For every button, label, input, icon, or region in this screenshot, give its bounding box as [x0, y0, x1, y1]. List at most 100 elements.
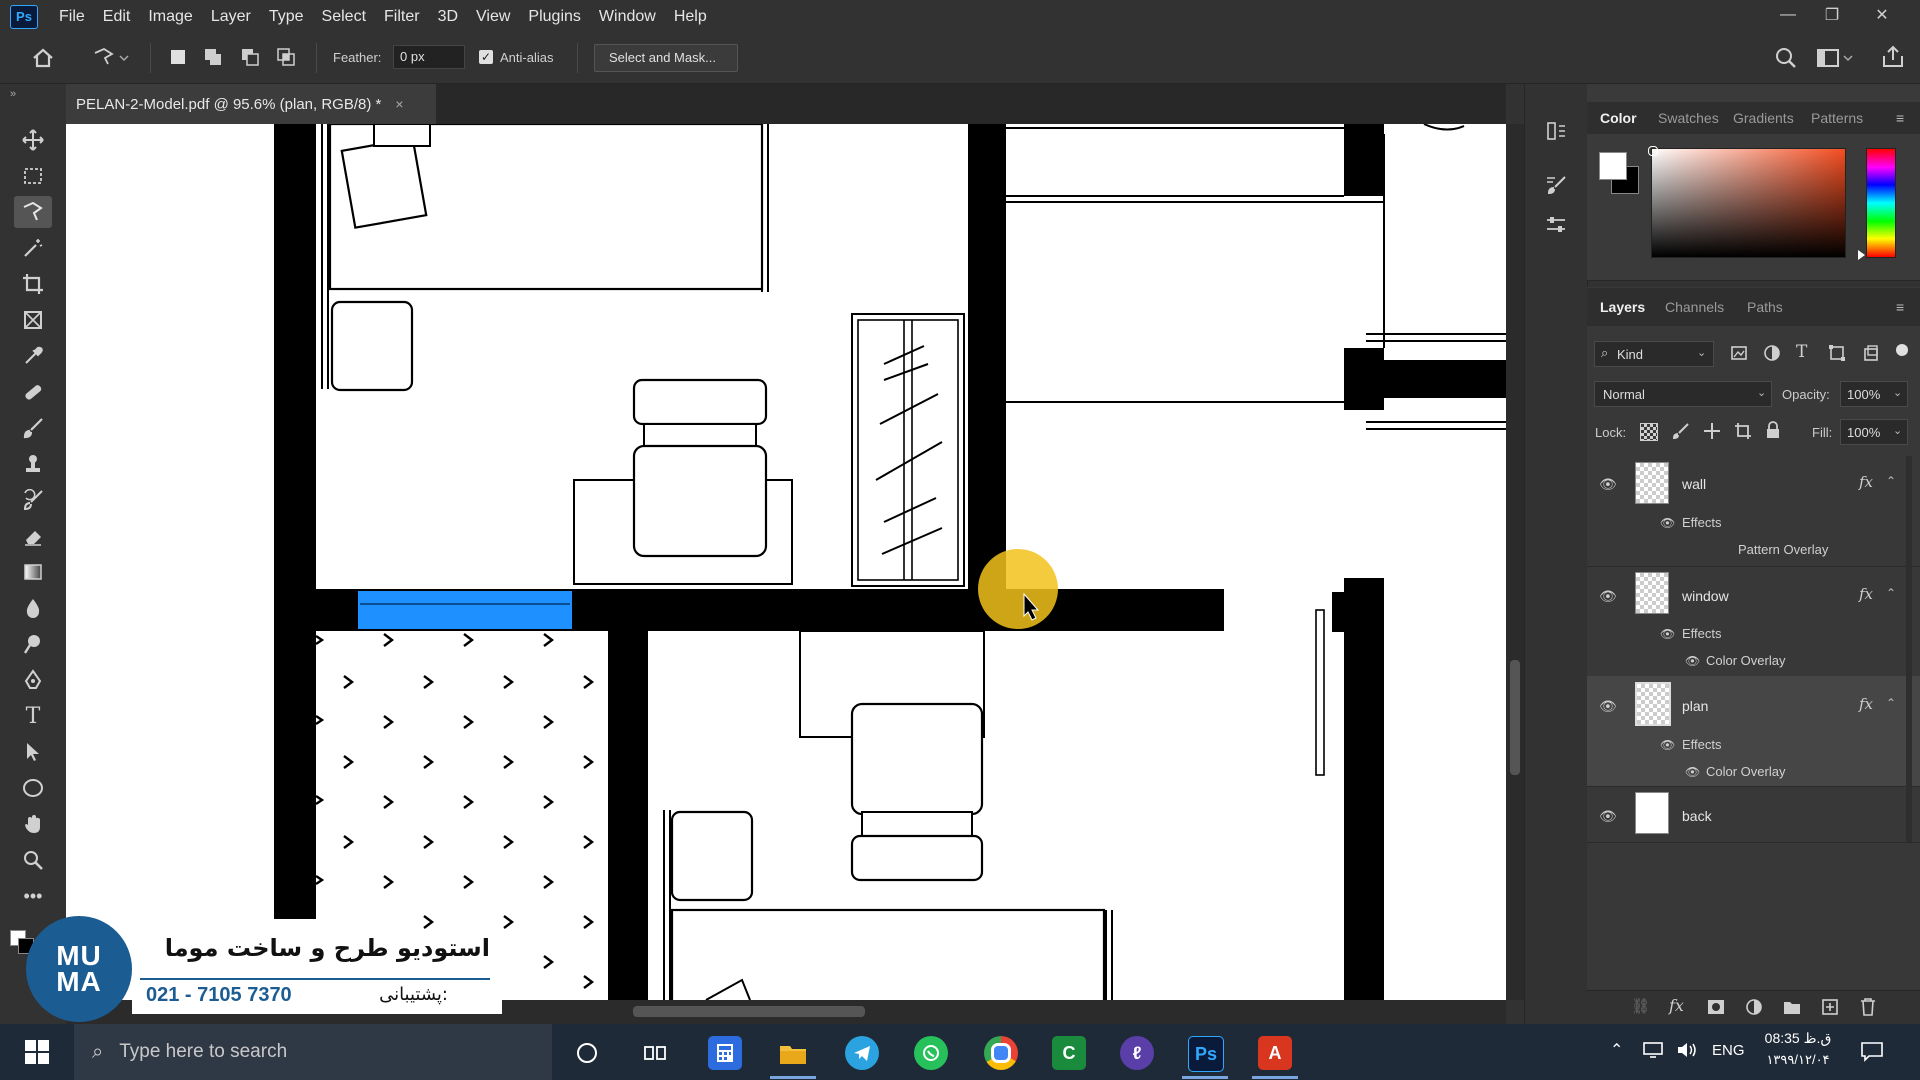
layer-filter-dropdown[interactable]: ⌕ Kind ⌄: [1594, 341, 1714, 367]
blend-mode-dropdown[interactable]: Normal ⌄: [1594, 381, 1772, 407]
lock-artboard-icon[interactable]: [1734, 422, 1752, 440]
frame-tool-icon[interactable]: [14, 304, 52, 336]
input-language[interactable]: ENG: [1712, 1042, 1745, 1059]
restore-button[interactable]: ❐: [1810, 0, 1854, 30]
whatsapp-icon[interactable]: [914, 1036, 948, 1070]
add-layer-style-icon[interactable]: fx: [1669, 996, 1684, 1015]
telegram-icon[interactable]: [845, 1036, 879, 1070]
layer-row-back[interactable]: 👁 back: [1587, 786, 1920, 843]
taskbar-time[interactable]: 08:35 ق.ظ: [1758, 1030, 1838, 1047]
file-explorer-icon[interactable]: [776, 1036, 810, 1070]
layer-row-plan[interactable]: 👁 plan fx ⌃ 👁 Effects 👁 Color Overlay: [1587, 676, 1920, 787]
document-canvas[interactable]: [66, 124, 1506, 1000]
layer-visibility-eye-icon[interactable]: 👁: [1599, 476, 1619, 492]
vertical-scroll-thumb[interactable]: [1510, 660, 1520, 775]
lock-transparent-pixels-icon[interactable]: [1640, 423, 1658, 441]
tab-swatches[interactable]: Swatches: [1658, 110, 1719, 126]
brush-tool-icon[interactable]: [14, 412, 52, 444]
taskbar-date[interactable]: ۱۳۹۹/۱۲/۰۴: [1758, 1052, 1838, 1068]
dodge-tool-icon[interactable]: [14, 628, 52, 660]
search-icon[interactable]: [1774, 46, 1798, 70]
delete-layer-icon[interactable]: [1859, 997, 1877, 1017]
path-selection-tool-icon[interactable]: [14, 736, 52, 768]
brush-settings-icon[interactable]: [1541, 170, 1571, 200]
camtasia-icon[interactable]: C: [1052, 1036, 1086, 1070]
hand-tool-icon[interactable]: [14, 808, 52, 840]
fill-input[interactable]: 100% ⌄: [1840, 419, 1908, 445]
history-panel-icon[interactable]: [1541, 116, 1571, 146]
menu-plugins[interactable]: Plugins: [519, 0, 589, 33]
start-button[interactable]: [0, 1024, 74, 1080]
color-panel-menu-icon[interactable]: ≡: [1896, 110, 1912, 126]
menu-type[interactable]: Type: [260, 0, 313, 33]
layer-fx-icon[interactable]: fx: [1859, 695, 1873, 713]
collapse-effects-icon[interactable]: ⌃: [1886, 586, 1896, 600]
share-icon[interactable]: [1880, 44, 1906, 70]
filter-shape-layer-icon[interactable]: [1828, 344, 1846, 362]
filter-type-layer-icon[interactable]: T: [1796, 342, 1814, 362]
feather-input[interactable]: 0 px: [393, 45, 465, 69]
collapse-effects-icon[interactable]: ⌃: [1886, 696, 1896, 710]
close-window-button[interactable]: ✕: [1860, 0, 1904, 30]
tab-layers[interactable]: Layers: [1600, 299, 1645, 315]
filter-toggle-icon[interactable]: [1896, 344, 1908, 356]
type-tool-icon[interactable]: T: [14, 700, 52, 732]
task-view-icon[interactable]: [638, 1036, 672, 1070]
crop-tool-icon[interactable]: [14, 268, 52, 300]
effects-visibility-eye-icon[interactable]: 👁: [1660, 627, 1675, 641]
chrome-icon[interactable]: [984, 1036, 1018, 1070]
blur-tool-icon[interactable]: [14, 592, 52, 624]
filter-adjustment-layer-icon[interactable]: [1763, 344, 1781, 362]
layer-visibility-eye-icon[interactable]: 👁: [1599, 588, 1619, 604]
more-tools-icon[interactable]: •••: [14, 880, 52, 912]
layers-panel-menu-icon[interactable]: ≡: [1896, 299, 1912, 315]
color-panel-foreground-swatch[interactable]: [1599, 152, 1627, 180]
clone-stamp-tool-icon[interactable]: [14, 448, 52, 480]
effects-visibility-eye-icon[interactable]: 👁: [1660, 738, 1675, 752]
cortana-icon[interactable]: [570, 1036, 604, 1070]
vertical-scrollbar[interactable]: [1506, 124, 1524, 1000]
eyedropper-tool-icon[interactable]: [14, 340, 52, 372]
notifications-icon[interactable]: [1860, 1040, 1884, 1062]
color-picker-handle[interactable]: [1648, 146, 1658, 156]
show-hidden-icons-icon[interactable]: ⌃: [1610, 1040, 1623, 1060]
ellipse-tool-icon[interactable]: [14, 772, 52, 804]
photoshop-taskbar-icon[interactable]: Ps: [1188, 1036, 1224, 1072]
history-brush-tool-icon[interactable]: [14, 484, 52, 516]
layer-visibility-eye-icon[interactable]: 👁: [1599, 698, 1619, 714]
magic-wand-tool-icon[interactable]: [14, 232, 52, 264]
healing-brush-tool-icon[interactable]: [14, 376, 52, 408]
effect-visibility-eye-icon[interactable]: 👁: [1685, 765, 1700, 779]
subtract-from-selection-icon[interactable]: [240, 47, 260, 67]
opacity-input[interactable]: 100% ⌄: [1840, 381, 1908, 407]
acrobat-icon[interactable]: A: [1258, 1036, 1292, 1070]
close-document-icon[interactable]: ×: [395, 96, 403, 112]
polygonal-lasso-preset-icon[interactable]: [92, 45, 130, 71]
layer-row-window[interactable]: 👁 window fx ⌃ 👁 Effects 👁 Color Overlay: [1587, 566, 1920, 677]
taskbar-search-box[interactable]: ⌕ Type here to search: [74, 1024, 552, 1080]
menu-select[interactable]: Select: [313, 0, 375, 33]
move-tool-icon[interactable]: [14, 124, 52, 156]
horizontal-scroll-thumb[interactable]: [633, 1006, 865, 1017]
antialias-checkbox[interactable]: ✓: [479, 50, 493, 64]
filter-pixel-layer-icon[interactable]: [1730, 344, 1748, 362]
workspace-icon[interactable]: [1816, 46, 1856, 70]
filter-smart-object-icon[interactable]: [1862, 344, 1880, 362]
add-to-selection-icon[interactable]: [203, 47, 223, 67]
menu-image[interactable]: Image: [139, 0, 201, 33]
effects-visibility-eye-icon[interactable]: 👁: [1660, 516, 1675, 530]
add-mask-icon[interactable]: [1707, 999, 1725, 1015]
eraser-tool-icon[interactable]: [14, 520, 52, 552]
menu-view[interactable]: View: [467, 0, 519, 33]
new-selection-icon[interactable]: [168, 47, 188, 67]
collapse-effects-icon[interactable]: ⌃: [1886, 474, 1896, 488]
color-picker-field[interactable]: [1651, 148, 1846, 258]
link-layers-icon[interactable]: ⛓: [1631, 997, 1650, 1015]
layer-name[interactable]: window: [1682, 588, 1729, 604]
volume-icon[interactable]: [1676, 1040, 1700, 1060]
intersect-selection-icon[interactable]: [276, 47, 296, 67]
tab-channels[interactable]: Channels: [1665, 299, 1724, 315]
gradient-tool-icon[interactable]: [14, 556, 52, 588]
effect-visibility-eye-icon[interactable]: 👁: [1685, 654, 1700, 668]
layer-name[interactable]: plan: [1682, 698, 1708, 714]
